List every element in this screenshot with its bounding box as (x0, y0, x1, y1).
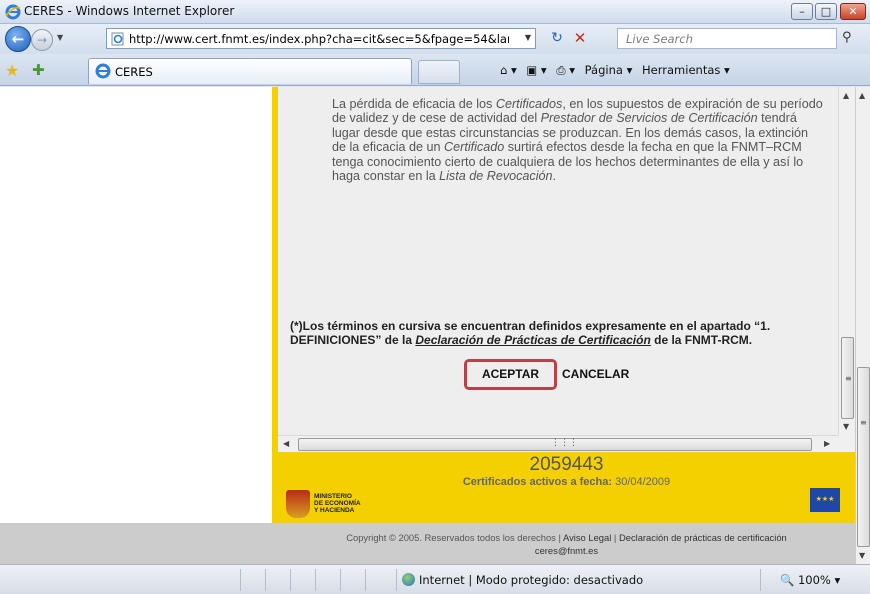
definitions-note: (*)Los términos en cursiva se encuentran… (290, 319, 820, 347)
browser-window: CERES - Windows Internet Explorer – □ ✕ … (0, 0, 870, 594)
count-label: Certificados activos a fecha: 30/04/2009 (278, 476, 855, 488)
status-seg (240, 569, 241, 591)
title-bar: CERES - Windows Internet Explorer – □ ✕ (0, 0, 870, 24)
status-seg (365, 569, 366, 591)
command-bar: ⌂ ▾ ▣ ▾ ⎙ ▾ Página ▾ Herramientas ▾ (500, 63, 736, 78)
stats-footer: 2059443 Certificados activos a fecha: 30… (278, 452, 855, 523)
tab-title: CERES (115, 65, 153, 79)
ie-tab-icon (95, 63, 111, 79)
ministry-line3: Y HACIENDA (314, 507, 355, 514)
zoom-control[interactable]: 🔍 100% ▾ (780, 573, 840, 587)
eu-flag-icon: ★★★ (810, 488, 840, 512)
tab-bar: ★ ✚ CERES ⌂ ▾ ▣ ▾ ⎙ ▾ Página ▾ Herramien… (0, 54, 870, 86)
left-footer (0, 523, 278, 564)
ministry-line1: MINISTERIO (314, 493, 352, 500)
status-bar: Internet | Modo protegido: desactivado 🔍… (0, 564, 870, 594)
feeds-button[interactable]: ▣ ▾ (526, 63, 546, 77)
window-title: CERES - Windows Internet Explorer (24, 4, 235, 18)
favorites-star-icon[interactable]: ★ (5, 61, 19, 80)
tab-ceres[interactable]: CERES (88, 58, 412, 84)
status-seg (760, 569, 761, 591)
back-button[interactable]: ← (5, 26, 31, 52)
maximize-button[interactable]: □ (815, 3, 837, 20)
minimize-button[interactable]: – (791, 3, 813, 20)
footer-separator: | (613, 532, 617, 543)
page-scroll-down-icon[interactable]: ▼ (859, 551, 865, 560)
status-seg (290, 569, 291, 591)
status-seg (396, 569, 397, 591)
hgrip-icon: ⋮⋮⋮ (551, 438, 578, 448)
count-caption: Certificados activos a fecha: (462, 476, 613, 488)
ministry-line2: DE ECONOMÍA (314, 500, 361, 507)
page-grip-icon: ≡ (860, 418, 867, 427)
page-vertical-scrollbar[interactable]: ▲ ≡ ▼ (855, 87, 870, 564)
status-seg (265, 569, 266, 591)
navigation-bar: ← → ▼ http://www.cert.fnmt.es/index.php?… (0, 24, 870, 54)
ministry-text: MINISTERIO DE ECONOMÍA Y HACIENDA (314, 493, 361, 514)
security-zone[interactable]: Internet | Modo protegido: desactivado (402, 573, 643, 587)
search-icon[interactable]: ⚲ (842, 30, 852, 45)
conditions-frame: La pérdida de eficacia de los Certificad… (278, 87, 838, 435)
forward-button[interactable]: → (31, 29, 53, 51)
frame-scroll-thumb[interactable]: ≡ (841, 337, 854, 419)
address-url[interactable]: http://www.cert.fnmt.es/index.php?cha=ci… (129, 32, 509, 46)
copyright-footer: Copyright © 2005. Reservados todos los d… (278, 523, 855, 564)
ie-logo-icon (5, 4, 21, 20)
dpc-link[interactable]: Declaración de Prácticas de Certificació… (415, 333, 650, 347)
scroll-right-icon[interactable]: ▶ (824, 439, 830, 448)
ministry-logo: MINISTERIO DE ECONOMÍA Y HACIENDA (286, 490, 406, 520)
dpc-footer-link[interactable]: Declaración de prácticas de certificació… (619, 532, 787, 543)
page-menu[interactable]: Página ▾ (585, 63, 633, 77)
zone-text: Internet | Modo protegido: desactivado (419, 573, 644, 587)
search-input[interactable]: Live Search (617, 28, 837, 49)
status-seg (340, 569, 341, 591)
tools-menu[interactable]: Herramientas ▾ (642, 63, 730, 77)
frame-hscroll-thumb[interactable]: ⋮⋮⋮ (298, 438, 812, 451)
home-button[interactable]: ⌂ ▾ (500, 63, 517, 77)
page-icon (111, 32, 124, 46)
history-dropdown-icon[interactable]: ▼ (57, 33, 63, 42)
coat-of-arms-icon (286, 490, 310, 518)
search-placeholder: Live Search (626, 32, 693, 46)
frame-horizontal-scrollbar[interactable]: ◀ ⋮⋮⋮ ▶ (278, 435, 838, 452)
scroll-left-icon[interactable]: ◀ (283, 439, 289, 448)
aviso-legal-link[interactable]: Aviso Legal (563, 532, 611, 543)
page-scroll-up-icon[interactable]: ▲ (859, 91, 865, 100)
address-dropdown-icon[interactable]: ▼ (525, 33, 531, 42)
left-column (0, 87, 272, 523)
count-date: 30/04/2009 (615, 476, 671, 488)
email-link[interactable]: ceres@fnmt.es (535, 545, 598, 556)
stop-icon[interactable]: ✕ (570, 29, 590, 49)
scroll-down-icon[interactable]: ▼ (843, 422, 849, 431)
new-tab-button[interactable] (418, 60, 460, 84)
internet-globe-icon (402, 573, 415, 586)
cancel-button[interactable]: CANCELAR (562, 367, 629, 381)
status-seg (315, 569, 316, 591)
grip-icon: ≡ (845, 374, 852, 383)
scroll-corner (838, 435, 855, 452)
close-button[interactable]: ✕ (840, 3, 866, 20)
page-content: La pérdida de eficacia de los Certificad… (0, 87, 870, 564)
accept-button[interactable]: ACEPTAR (464, 359, 557, 390)
copyright-text: Copyright © 2005. Reservados todos los d… (346, 532, 561, 543)
add-favorites-icon[interactable]: ✚ (32, 61, 45, 79)
page-scroll-thumb[interactable]: ≡ (857, 367, 870, 547)
conditions-paragraph: La pérdida de eficacia de los Certificad… (332, 97, 823, 184)
address-bar[interactable]: http://www.cert.fnmt.es/index.php?cha=ci… (106, 28, 536, 49)
note-suffix: de la FNMT-RCM. (650, 333, 753, 347)
scroll-up-icon[interactable]: ▲ (843, 91, 849, 100)
print-button[interactable]: ⎙ ▾ (556, 63, 575, 77)
frame-vertical-scrollbar[interactable]: ▲ ≡ ▼ (838, 87, 855, 435)
active-certificates-count: 2059443 (529, 454, 604, 475)
refresh-icon[interactable]: ↻ (547, 29, 567, 49)
